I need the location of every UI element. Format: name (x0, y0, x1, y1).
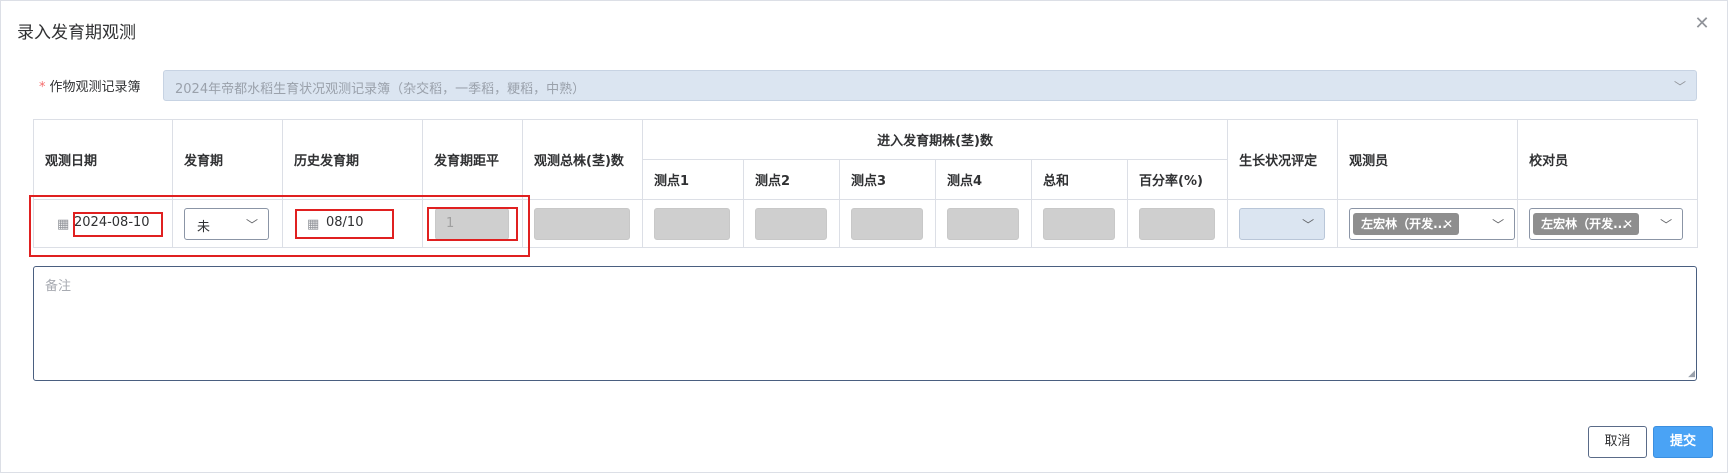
cell-total-plants (522, 199, 643, 248)
observer-tag: 左宏林（开发... ✕ (1353, 213, 1460, 235)
header-percent: 百分率(%) (1126, 159, 1229, 200)
cell-point-2 (743, 199, 840, 248)
percent-input (1139, 208, 1215, 240)
cell-observer: 左宏林（开发... ✕ ﹀ (1337, 199, 1519, 248)
chevron-down-icon: ﹀ (1492, 218, 1505, 232)
record-book-select[interactable]: 2024年帝都水稻生育状况观测记录簿（杂交稻，一季稻，粳稻，中熟） ﹀ (163, 70, 1697, 101)
header-sum: 总和 (1031, 159, 1128, 200)
header-stage: 发育期 (172, 119, 283, 200)
record-book-value: 2024年帝都水稻生育状况观测记录簿（杂交稻，一季稻，粳稻，中熟） (175, 82, 586, 97)
chevron-down-icon: ﹀ (1302, 218, 1315, 232)
book-field-label: * 作物观测记录簿 (39, 76, 141, 95)
required-mark: * (39, 80, 46, 95)
remark-placeholder: 备注 (45, 279, 72, 294)
cell-percent (1126, 199, 1229, 248)
header-point-3: 测点3 (839, 159, 936, 200)
header-hist-stage: 历史发育期 (282, 119, 423, 200)
total-plants-input (534, 208, 630, 240)
header-point-1: 测点1 (642, 159, 744, 200)
observer-tag-label: 左宏林（开发... (1361, 217, 1447, 231)
point-4-input (947, 208, 1019, 240)
checker-tag: 左宏林（开发... ✕ (1533, 213, 1640, 235)
cell-growth-eval: ﹀ (1227, 199, 1339, 248)
remark-textarea[interactable]: 备注 ◢ (33, 266, 1697, 381)
header-enter-stage-group: 进入发育期株(茎)数 (641, 119, 1229, 160)
observer-select[interactable]: 左宏林（开发... ✕ ﹀ (1349, 208, 1516, 240)
point-1-input (654, 208, 730, 240)
close-icon[interactable]: ✕ (1623, 213, 1633, 235)
cell-sum (1031, 199, 1128, 248)
cancel-button[interactable]: 取消 (1588, 426, 1647, 458)
sum-input (1043, 208, 1115, 240)
dialog-title: 录入发育期观测 (17, 23, 136, 43)
header-stage-distance: 发育期距平 (422, 119, 523, 200)
chevron-down-icon: ﹀ (1660, 218, 1673, 232)
header-growth-eval: 生长状况评定 (1227, 119, 1339, 200)
book-label-text: 作物观测记录簿 (49, 80, 141, 95)
point-2-input (755, 208, 827, 240)
header-total-plants: 观测总株(茎)数 (522, 119, 643, 200)
cell-point-1 (642, 199, 744, 248)
header-point-2: 测点2 (743, 159, 840, 200)
chevron-down-icon: ﹀ (1673, 80, 1686, 94)
highlight-hist-stage (295, 209, 394, 239)
header-observer: 观测员 (1337, 119, 1519, 200)
header-checker: 校对员 (1517, 119, 1699, 200)
cell-point-3 (839, 199, 936, 248)
observation-dialog: 录入发育期观测 ✕ * 作物观测记录簿 2024年帝都水稻生育状况观测记录簿（杂交… (0, 0, 1728, 473)
checker-tag-label: 左宏林（开发... (1541, 217, 1627, 231)
cell-point-4 (935, 199, 1032, 248)
close-icon[interactable]: ✕ (1443, 213, 1453, 235)
growth-eval-select[interactable]: ﹀ (1239, 208, 1326, 240)
point-3-input (851, 208, 923, 240)
close-icon[interactable]: ✕ (1691, 13, 1713, 35)
header-point-4: 测点4 (935, 159, 1032, 200)
highlight-obs-date (73, 212, 163, 237)
checker-select[interactable]: 左宏林（开发... ✕ ﹀ (1529, 208, 1684, 240)
submit-button[interactable]: 提交 (1653, 426, 1713, 458)
highlight-stage-distance (427, 207, 518, 241)
resize-grip-icon[interactable]: ◢ (1688, 369, 1695, 379)
cell-checker: 左宏林（开发... ✕ ﹀ (1517, 199, 1699, 248)
header-obs-date: 观测日期 (33, 119, 173, 200)
